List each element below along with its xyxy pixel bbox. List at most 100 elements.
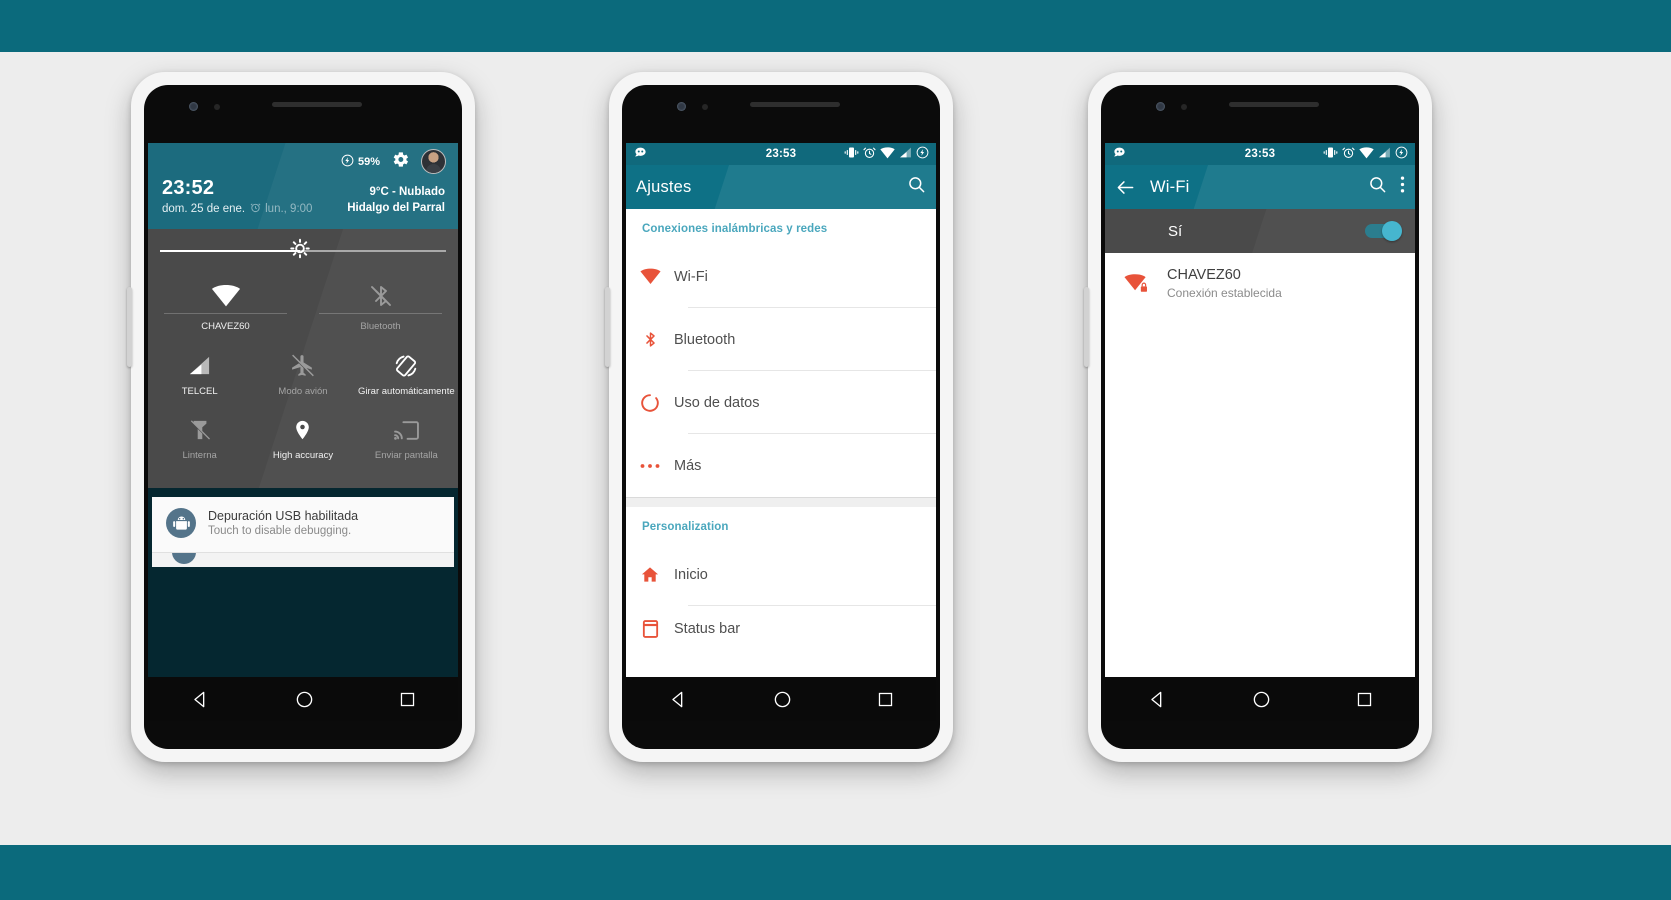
avatar[interactable] [421, 149, 446, 174]
brightness-slider[interactable] [148, 229, 458, 273]
notification-shade: Depuración USB habilitada Touch to disab… [148, 496, 458, 567]
proximity-sensor [1181, 104, 1187, 110]
tile-auto-rotate[interactable]: Girar automáticamente [355, 343, 458, 408]
more-dots-icon [626, 463, 674, 469]
settings-row-data-usage[interactable]: Uso de datos [626, 371, 936, 434]
tile-bluetooth[interactable]: Bluetooth [303, 273, 458, 343]
proximity-sensor [702, 104, 708, 110]
settings-row-more-label: Más [674, 457, 702, 474]
brightness-icon[interactable] [290, 238, 310, 264]
settings-row-bluetooth-label: Bluetooth [674, 331, 736, 348]
alarm-clock-icon [1342, 146, 1355, 162]
home-circle-icon[interactable] [1252, 690, 1271, 709]
overflow-menu-icon[interactable] [1400, 175, 1405, 199]
tile-bluetooth-label: Bluetooth [319, 313, 442, 333]
tile-location[interactable]: High accuracy [251, 407, 354, 472]
back-triangle-icon[interactable] [1148, 690, 1167, 709]
quick-tiles-row-3: Linterna High accuracy Enviar pantalla [148, 407, 458, 472]
top-band [0, 0, 1671, 52]
data-usage-icon [626, 393, 674, 413]
recents-square-icon[interactable] [877, 691, 894, 708]
settings-group-separator [626, 497, 936, 507]
alarm-block: lun., 9:00 [250, 202, 312, 216]
tile-location-label: High accuracy [272, 450, 334, 461]
weather-location: Hidalgo del Parral [347, 202, 445, 214]
recents-square-icon[interactable] [399, 691, 416, 708]
tile-wifi[interactable]: CHAVEZ60 [148, 273, 303, 343]
section-header-personalization: Personalization [642, 521, 729, 533]
phone-1-side-button[interactable] [127, 287, 132, 367]
phone-2-appbar: Ajustes [626, 165, 936, 209]
back-triangle-icon[interactable] [669, 690, 688, 709]
tile-auto-rotate-label: Girar automáticamente [358, 385, 455, 397]
page-title: Ajustes [636, 177, 692, 196]
phone-1-screen: 59% 23:52 dom. 25 de ene. lun., 9:00 9°C… [148, 143, 458, 721]
panel-gap [148, 487, 458, 497]
phone-3-device: 23:53 Wi-Fi Sí CHAVEZ60 Conexión estable… [1084, 72, 1432, 762]
phone-1-navbar [148, 677, 458, 721]
phone-2-bezel: 23:53 Ajustes Conexiones inalámbricas y … [622, 85, 940, 749]
weather-block[interactable]: 9°C - Nublado Hidalgo del Parral [347, 185, 445, 216]
proximity-sensor [214, 104, 220, 110]
notification-next-peek[interactable] [152, 551, 454, 567]
phone-3-side-button[interactable] [1084, 287, 1089, 367]
notification-usb-debugging[interactable]: Depuración USB habilitada Touch to disab… [152, 496, 454, 552]
settings-row-data-usage-label: Uso de datos [674, 394, 760, 411]
wifi-icon [150, 279, 301, 313]
phone-2-side-button[interactable] [605, 287, 610, 367]
wifi-network-row[interactable]: CHAVEZ60 Conexión establecida [1105, 253, 1415, 314]
wifi-toggle-label: Sí [1168, 222, 1183, 240]
brightness-fill [160, 250, 301, 252]
battery-icon [916, 146, 929, 162]
tile-telcel-label: TELCEL [181, 385, 218, 397]
tile-telcel[interactable]: TELCEL [148, 343, 251, 408]
wifi-network-list: CHAVEZ60 Conexión establecida [1105, 253, 1415, 659]
quick-settings-top-row: 59% [148, 143, 458, 176]
phone-3-statusbar: 23:53 [1105, 143, 1415, 165]
page-title: Wi-Fi [1150, 177, 1190, 196]
alarm-clock-icon [863, 146, 876, 162]
tile-airplane-mode-label: Modo avión [278, 385, 328, 397]
gear-icon[interactable] [391, 150, 410, 174]
settings-list: Conexiones inalámbricas y redes Wi-Fi Bl… [626, 209, 936, 652]
home-circle-icon[interactable] [773, 690, 792, 709]
auto-rotate-icon [357, 349, 456, 383]
settings-row-home[interactable]: Inicio [626, 543, 936, 606]
quick-settings-clock-row: 23:52 dom. 25 de ene. lun., 9:00 9°C - N… [148, 176, 458, 229]
alarm-time-label: lun., 9:00 [265, 203, 313, 215]
settings-row-wifi[interactable]: Wi-Fi [626, 245, 936, 308]
clock-block: 23:52 dom. 25 de ene. lun., 9:00 [162, 176, 312, 216]
phone-1-device: 59% 23:52 dom. 25 de ene. lun., 9:00 9°C… [127, 72, 475, 762]
tile-airplane-mode[interactable]: Modo avión [251, 343, 354, 408]
quick-tiles-row-2: TELCEL Modo avión Girar automáticamente [148, 343, 458, 408]
settings-row-status-bar[interactable]: Status bar [626, 606, 936, 652]
phone-2-statusbar: 23:53 [626, 143, 936, 165]
wifi-secured-icon [1105, 273, 1167, 295]
date-label: dom. 25 de ene. [162, 203, 246, 215]
settings-row-more[interactable]: Más [626, 434, 936, 497]
search-icon[interactable] [1368, 175, 1387, 199]
back-triangle-icon[interactable] [191, 690, 210, 709]
recents-square-icon[interactable] [1356, 691, 1373, 708]
quick-tiles-row-1: CHAVEZ60 Bluetooth [148, 273, 458, 343]
signal-bars-icon [150, 349, 249, 383]
notification-title: Depuración USB habilitada [208, 508, 359, 523]
settings-row-wifi-label: Wi-Fi [674, 268, 708, 285]
statusbar-icons [844, 146, 929, 162]
settings-row-bluetooth[interactable]: Bluetooth [626, 308, 936, 371]
tile-flashlight-label: Linterna [182, 450, 217, 461]
wifi-enable-row[interactable]: Sí [1105, 209, 1415, 253]
location-pin-icon [253, 413, 352, 447]
tile-cast-screen[interactable]: Enviar pantalla [355, 407, 458, 472]
quick-settings-header: 59% 23:52 dom. 25 de ene. lun., 9:00 9°C… [148, 143, 458, 229]
search-icon[interactable] [907, 175, 926, 199]
tile-flashlight[interactable]: Linterna [148, 407, 251, 472]
phone-2-screen: 23:53 Ajustes Conexiones inalámbricas y … [626, 143, 936, 721]
home-circle-icon[interactable] [295, 690, 314, 709]
android-robot-icon [166, 508, 196, 538]
wifi-toggle-switch[interactable] [1365, 221, 1402, 241]
settings-row-home-label: Inicio [674, 566, 708, 583]
arrow-back-icon[interactable] [1115, 178, 1136, 197]
battery-status: 59% [341, 154, 380, 170]
wifi-network-text: CHAVEZ60 Conexión establecida [1167, 266, 1282, 301]
